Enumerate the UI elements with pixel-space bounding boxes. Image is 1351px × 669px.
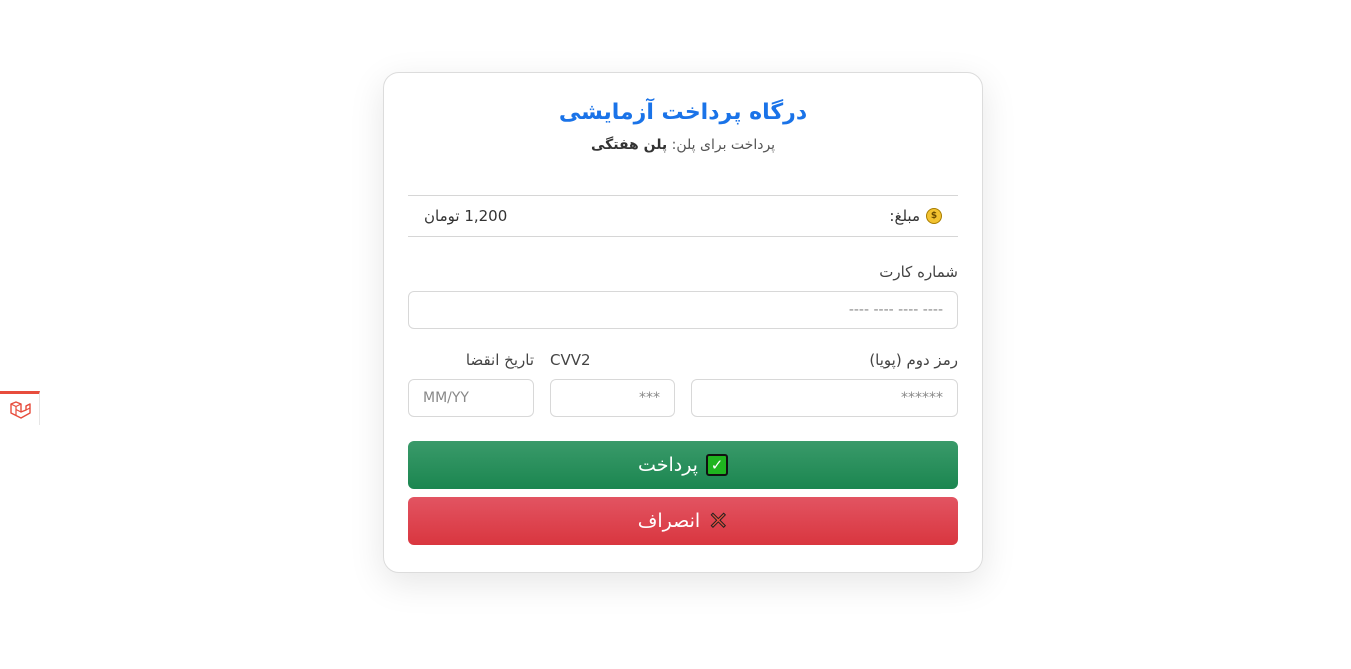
- plan-name: پلن هفتگی: [590, 137, 668, 153]
- pay-button-label: پرداخت: [638, 454, 698, 476]
- card-number-label: شماره کارت: [879, 263, 958, 281]
- amount-label-group: $ مبلغ:: [889, 207, 942, 225]
- pay-button[interactable]: ✓ پرداخت: [408, 441, 958, 489]
- cancel-button-label: انصراف: [637, 510, 701, 532]
- expiry-label: تاریخ انقضا: [465, 351, 534, 369]
- amount-row: $ مبلغ: 1,200 تومان: [408, 195, 958, 237]
- money-bag-icon: $: [926, 208, 942, 224]
- cancel-button[interactable]: ✕ انصراف: [408, 497, 958, 545]
- subtitle-prefix: پرداخت برای پلن:: [671, 137, 776, 153]
- cross-mark-icon: ✕: [708, 507, 729, 535]
- pin2-group: رمز دوم (پویا): [691, 349, 958, 417]
- pin2-label: رمز دوم (پویا): [869, 351, 958, 369]
- expiry-group: تاریخ انقضا: [408, 349, 534, 417]
- cvv2-group: CVV2: [550, 349, 675, 417]
- page-title: درگاه پرداخت آزمایشی: [558, 100, 808, 125]
- card-number-input[interactable]: [408, 291, 958, 329]
- cvv2-input[interactable]: [550, 379, 675, 417]
- pin2-input[interactable]: [691, 379, 958, 417]
- laravel-logo-icon: [9, 400, 31, 419]
- amount-label: مبلغ:: [889, 207, 920, 225]
- payment-card: درگاه پرداخت آزمایشی پرداخت برای پلن: پل…: [383, 72, 983, 573]
- cvv2-label: CVV2: [550, 351, 591, 369]
- plan-subtitle: پرداخت برای پلن: پلن هفتگی: [408, 135, 958, 155]
- check-box-icon: ✓: [705, 454, 728, 476]
- expiry-input[interactable]: [408, 379, 534, 417]
- amount-value: 1,200 تومان: [424, 207, 508, 225]
- laravel-debug-badge[interactable]: [0, 391, 40, 425]
- secondary-fields-row: رمز دوم (پویا) CVV2 تاریخ انقضا: [408, 349, 958, 417]
